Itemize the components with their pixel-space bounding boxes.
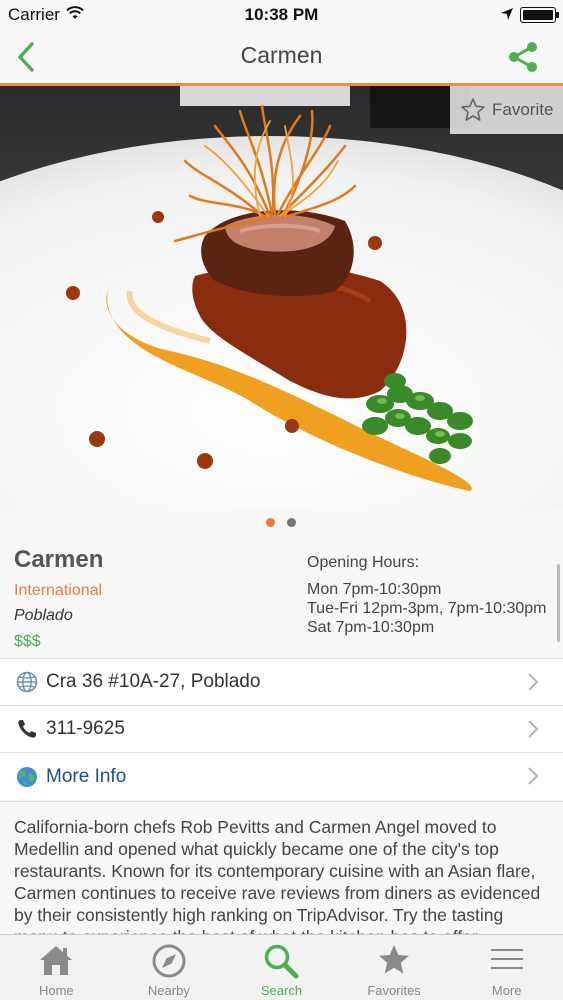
address-text: Cra 36 #10A-27, Poblado <box>46 671 261 692</box>
price-level: $$$ <box>14 633 41 650</box>
favorite-label: Favorite <box>492 100 554 119</box>
search-icon <box>265 944 299 979</box>
phone-text: 311-9625 <box>46 718 125 739</box>
status-bar: Carrier 10:38 PM <box>0 0 563 30</box>
tab-bar: Home Nearby Search Favorites More <box>0 934 563 1000</box>
more-info-row[interactable]: More Info <box>0 753 563 800</box>
clock-time: 10:38 PM <box>244 5 319 24</box>
battery-icon <box>520 7 559 23</box>
chevron-right-icon <box>528 767 539 785</box>
restaurant-name: Carmen <box>14 546 104 573</box>
tab-home[interactable]: Home <box>0 935 113 1000</box>
tab-search[interactable]: Search <box>225 935 338 1000</box>
page-title: Carmen <box>240 42 323 68</box>
scroll-indicator[interactable] <box>557 564 560 642</box>
detail-list: Cra 36 #10A-27, Poblado 311-9625 More In… <box>0 658 563 800</box>
cuisine-label: International <box>14 582 103 599</box>
share-icon[interactable] <box>505 39 541 75</box>
menu-icon <box>490 949 523 969</box>
home-icon <box>40 946 73 975</box>
address-row[interactable]: Cra 36 #10A-27, Poblado <box>0 659 563 706</box>
star-outline-icon <box>461 98 485 121</box>
photo-pager[interactable] <box>0 510 563 536</box>
tab-more-label: More <box>491 983 522 998</box>
compass-icon <box>152 944 186 978</box>
hours-line: Mon 7pm-10:30pm <box>307 581 442 598</box>
pager-dot-1[interactable] <box>266 518 275 527</box>
tab-favorites-label: Favorites <box>367 983 421 998</box>
hours-line: Tue-Fri 12pm-3pm, 7pm-10:30pm <box>307 600 547 617</box>
tab-nearby[interactable]: Nearby <box>113 935 226 1000</box>
tab-search-label: Search <box>260 983 303 998</box>
description-section[interactable]: California-born chefs Rob Pevitts and Ca… <box>0 801 563 934</box>
phone-icon <box>18 720 36 738</box>
tab-favorites[interactable]: Favorites <box>338 935 451 1000</box>
favorite-button[interactable]: Favorite <box>450 86 563 134</box>
tab-more[interactable]: More <box>450 935 563 1000</box>
neighborhood-label: Poblado <box>14 607 73 624</box>
hours-line: Sat 7pm-10:30pm <box>307 619 435 636</box>
star-icon <box>379 945 410 974</box>
chevron-right-icon <box>528 673 539 691</box>
more-info-link[interactable]: More Info <box>46 766 126 788</box>
tab-home-label: Home <box>38 983 74 998</box>
chevron-right-icon <box>528 720 539 738</box>
earth-icon <box>17 766 37 787</box>
globe-icon <box>16 671 38 693</box>
opening-hours-title: Opening Hours: <box>307 554 420 571</box>
pager-dot-2[interactable] <box>287 518 296 527</box>
description-text: California-born chefs Rob Pevitts and Ca… <box>14 817 541 934</box>
location-arrow-icon <box>501 8 513 20</box>
restaurant-info: Carmen International Poblado $$$ Opening… <box>0 536 563 658</box>
phone-row[interactable]: 311-9625 <box>0 706 563 753</box>
navigation-bar: Carmen <box>0 30 563 86</box>
restaurant-photo[interactable] <box>0 86 563 510</box>
tab-nearby-label: Nearby <box>147 983 190 998</box>
